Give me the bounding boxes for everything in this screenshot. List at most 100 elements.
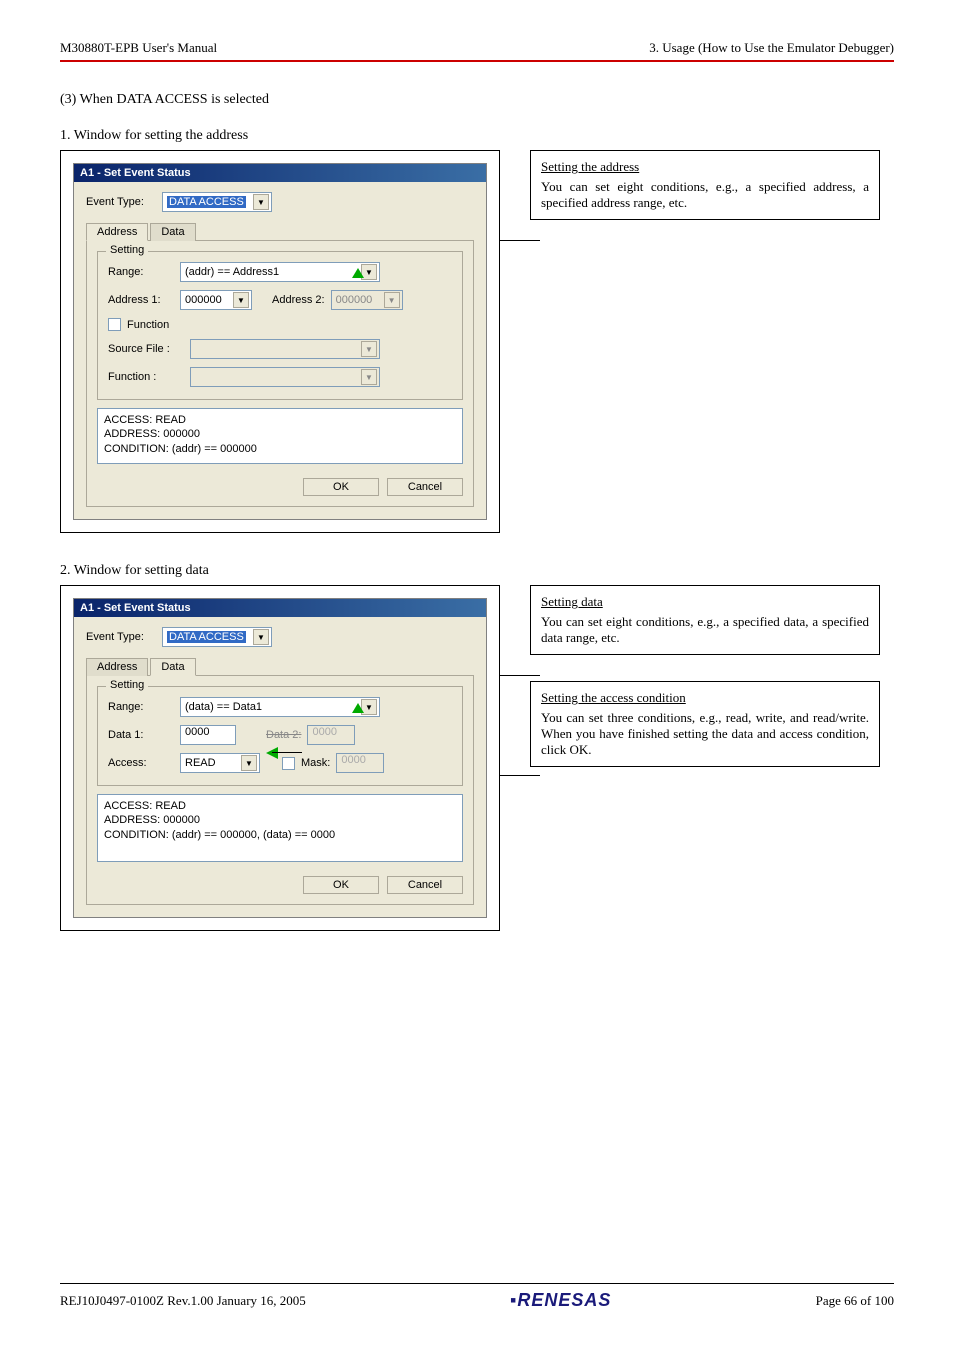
renesas-logo: ▪RENESAS (510, 1290, 611, 1311)
event-type-row: Event Type: DATA ACCESS ▼ (86, 192, 474, 212)
address-row: Address 1: 000000 ▼ Address 2: 000000 ▼ (108, 290, 452, 310)
tabs: Address Data (86, 222, 474, 240)
dialog-title: A1 - Set Event Status (74, 164, 486, 182)
tab-data[interactable]: Data (150, 223, 195, 241)
tab-panel-data: Setting Range: (data) == Data1 ▼ Data 1:… (86, 675, 474, 905)
callout-text: You can set eight conditions, e.g., a sp… (541, 179, 869, 210)
function-label: Function : (108, 371, 184, 383)
callout-access-condition: Setting the access condition You can set… (530, 681, 880, 767)
address2-combo: 000000 ▼ (331, 290, 403, 310)
cancel-button[interactable]: Cancel (387, 876, 463, 894)
leader-line (272, 752, 302, 753)
range-label: Range: (108, 701, 174, 713)
summary-box: ACCESS: READ ADDRESS: 000000 CONDITION: … (97, 408, 463, 464)
callout-title: Setting data (541, 594, 603, 610)
page-footer: REJ10J0497-0100Z Rev.1.00 January 16, 20… (60, 1283, 894, 1311)
arrow-icon (352, 703, 364, 713)
callout-setting-data: Setting data You can set eight condition… (530, 585, 880, 655)
range-value: (addr) == Address1 (185, 266, 279, 278)
range-select[interactable]: (addr) == Address1 ▼ (180, 262, 380, 282)
part1-right-col: Setting the address You can set eight co… (530, 150, 880, 220)
address1-label: Address 1: (108, 294, 174, 306)
access-value: READ (185, 757, 216, 769)
footer-left: REJ10J0497-0100Z Rev.1.00 January 16, 20… (60, 1293, 306, 1309)
dropdown-icon: ▼ (361, 341, 377, 357)
access-row: Access: READ ▼ Mask: 0000 (108, 753, 452, 773)
dropdown-icon[interactable]: ▼ (253, 629, 269, 645)
function-row: Function : ▼ (108, 367, 452, 387)
callout-text: You can set eight conditions, e.g., a sp… (541, 614, 869, 645)
callout-title: Setting the address (541, 159, 639, 175)
event-type-row: Event Type: DATA ACCESS ▼ (86, 627, 474, 647)
address1-value: 000000 (185, 294, 222, 306)
address2-label: Address 2: (272, 294, 325, 306)
dropdown-icon[interactable]: ▼ (241, 755, 257, 771)
summary-box: ACCESS: READ ADDRESS: 000000 CONDITION: … (97, 794, 463, 862)
setting-fieldset: Setting Range: (addr) == Address1 ▼ Addr… (97, 251, 463, 400)
tabs: Address Data (86, 657, 474, 675)
mask-checkbox[interactable] (282, 757, 295, 770)
event-type-select[interactable]: DATA ACCESS ▼ (162, 627, 272, 647)
part2-dialog: A1 - Set Event Status Event Type: DATA A… (73, 598, 487, 918)
range-row: Range: (data) == Data1 ▼ (108, 697, 452, 717)
data1-label: Data 1: (108, 729, 174, 741)
tab-panel-address: Setting Range: (addr) == Address1 ▼ Addr… (86, 240, 474, 507)
dialog-body: Event Type: DATA ACCESS ▼ Address Data S… (74, 182, 486, 519)
part2-right-col: Setting data You can set eight condition… (530, 585, 880, 767)
ok-button[interactable]: OK (303, 876, 379, 894)
part2-dialog-wrap: A1 - Set Event Status Event Type: DATA A… (60, 585, 500, 931)
dialog-buttons: OK Cancel (97, 478, 463, 496)
part2-row: A1 - Set Event Status Event Type: DATA A… (60, 585, 894, 931)
address1-combo[interactable]: 000000 ▼ (180, 290, 252, 310)
range-row: Range: (addr) == Address1 ▼ (108, 262, 452, 282)
event-type-label: Event Type: (86, 196, 156, 208)
header-right: 3. Usage (How to Use the Emulator Debugg… (649, 40, 894, 56)
tab-data[interactable]: Data (150, 658, 195, 676)
data2-input: 0000 (307, 725, 355, 745)
range-label: Range: (108, 266, 174, 278)
dropdown-icon[interactable]: ▼ (253, 194, 269, 210)
function-checkbox[interactable] (108, 318, 121, 331)
event-type-select[interactable]: DATA ACCESS ▼ (162, 192, 272, 212)
function-check-label: Function (127, 319, 169, 331)
part1-row: A1 - Set Event Status Event Type: DATA A… (60, 150, 894, 533)
part1-title: 1. Window for setting the address (60, 128, 894, 144)
leader-line (500, 775, 540, 776)
range-value: (data) == Data1 (185, 701, 262, 713)
ok-button[interactable]: OK (303, 478, 379, 496)
callout-title: Setting the access condition (541, 690, 686, 706)
mask-input: 0000 (336, 753, 384, 773)
dialog-buttons: OK Cancel (97, 876, 463, 894)
data1-input[interactable]: 0000 (180, 725, 236, 745)
setting-fieldset: Setting Range: (data) == Data1 ▼ Data 1:… (97, 686, 463, 786)
arrow-icon (352, 268, 364, 278)
tab-address[interactable]: Address (86, 223, 148, 241)
source-file-label: Source File : (108, 343, 184, 355)
dropdown-icon: ▼ (361, 369, 377, 385)
dialog-body: Event Type: DATA ACCESS ▼ Address Data S… (74, 617, 486, 917)
tab-address[interactable]: Address (86, 658, 148, 676)
section-title: (3) When DATA ACCESS is selected (60, 92, 894, 108)
dropdown-icon: ▼ (384, 292, 400, 308)
event-type-label: Event Type: (86, 631, 156, 643)
address2-value: 000000 (336, 294, 373, 306)
source-file-select: ▼ (190, 339, 380, 359)
page-header: M30880T-EPB User's Manual 3. Usage (How … (60, 40, 894, 62)
fieldset-legend: Setting (106, 244, 148, 256)
leader-line (500, 675, 540, 676)
function-check-row: Function (108, 318, 452, 331)
dialog-title: A1 - Set Event Status (74, 599, 486, 617)
arrow-icon (260, 747, 278, 759)
range-select[interactable]: (data) == Data1 ▼ (180, 697, 380, 717)
data-row: Data 1: 0000 Data 2: 0000 (108, 725, 452, 745)
leader-line (500, 240, 540, 241)
part2-title: 2. Window for setting data (60, 563, 894, 579)
cancel-button[interactable]: Cancel (387, 478, 463, 496)
event-type-value: DATA ACCESS (167, 196, 246, 208)
function-select: ▼ (190, 367, 380, 387)
callout-text: You can set three conditions, e.g., read… (541, 710, 869, 757)
callout-setting-address: Setting the address You can set eight co… (530, 150, 880, 220)
access-select[interactable]: READ ▼ (180, 753, 260, 773)
dropdown-icon[interactable]: ▼ (233, 292, 249, 308)
event-type-value: DATA ACCESS (167, 631, 246, 643)
